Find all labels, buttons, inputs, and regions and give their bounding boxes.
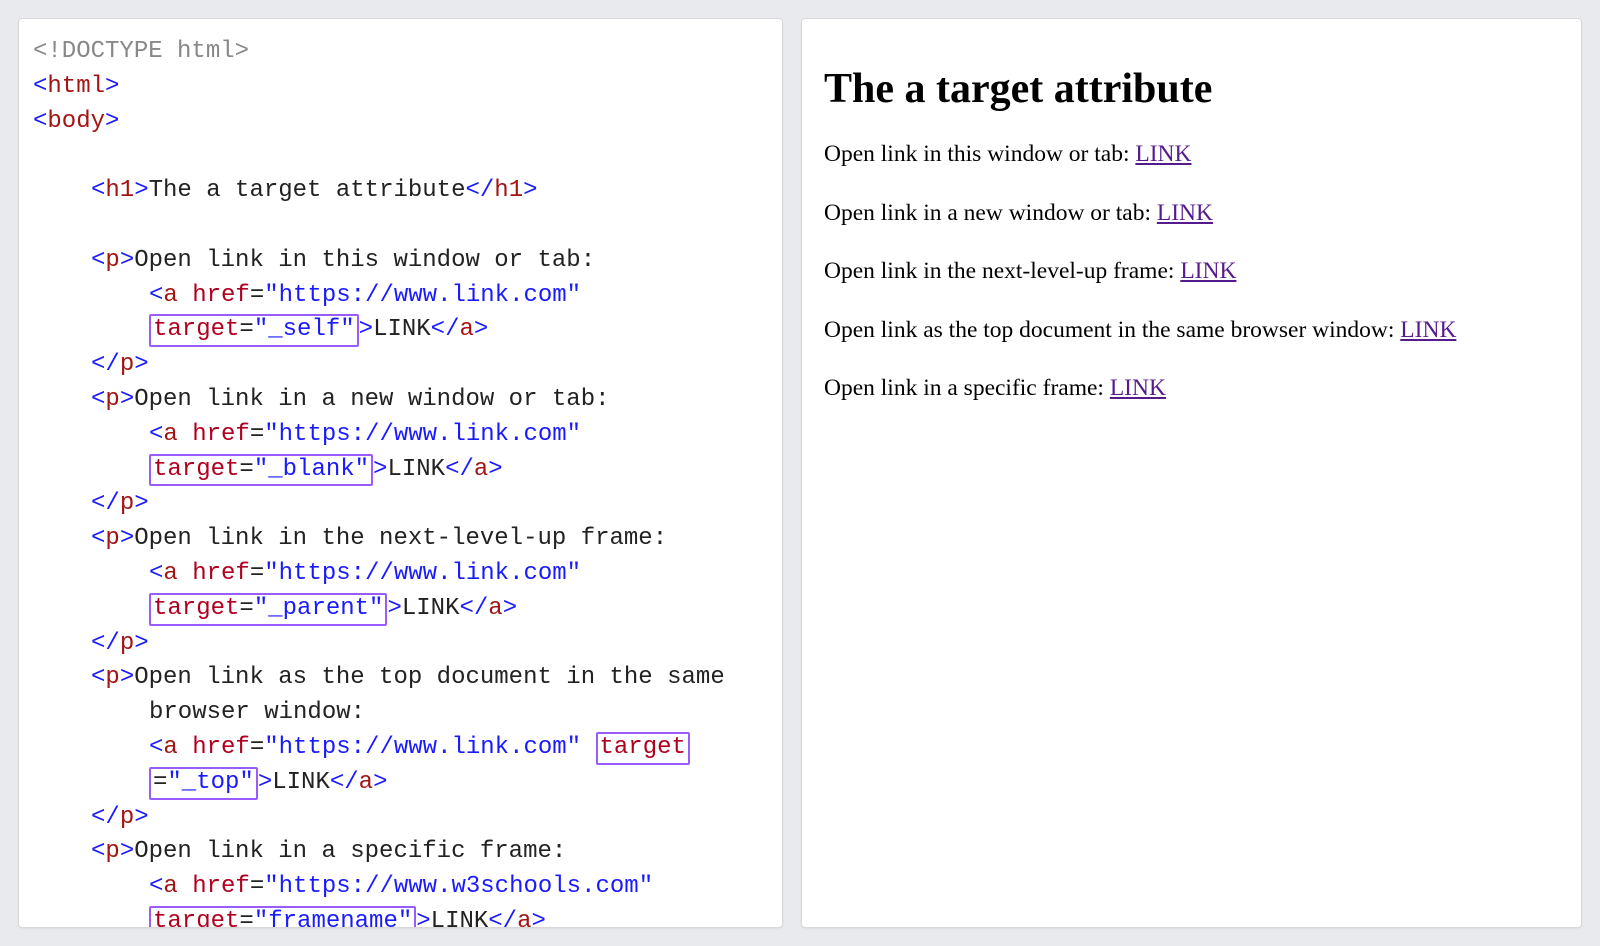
preview-heading: The a target attribute <box>824 65 1559 113</box>
p3-text: Open link in the next-level-up frame: <box>134 525 667 552</box>
p4-text-line2: browser window: <box>149 699 365 726</box>
preview-link-4[interactable]: LINK <box>1400 317 1456 343</box>
target-blank-highlight: target="_blank" <box>149 454 373 487</box>
target-self-highlight: target="_self" <box>149 314 359 347</box>
target-top-highlight-2: ="_top" <box>149 767 258 800</box>
doctype-line: <!DOCTYPE html> <box>33 38 249 65</box>
preview-p5-text: Open link in a specific frame: <box>824 375 1110 401</box>
preview-p2: Open link in a new window or tab: LINK <box>824 198 1559 229</box>
preview-link-5[interactable]: LINK <box>1110 375 1166 401</box>
preview-p4: Open link as the top document in the sam… <box>824 315 1559 346</box>
html-open-tag: html <box>47 73 105 100</box>
preview-p5: Open link in a specific frame: LINK <box>824 373 1559 404</box>
p5-text: Open link in a specific frame: <box>134 838 566 865</box>
preview-p1: Open link in this window or tab: LINK <box>824 139 1559 170</box>
target-parent-highlight: target="_parent" <box>149 593 387 626</box>
preview-link-3[interactable]: LINK <box>1180 258 1236 284</box>
preview-panel: The a target attribute Open link in this… <box>801 18 1582 928</box>
h1-text: The a target attribute <box>149 177 466 204</box>
preview-p3-text: Open link in the next-level-up frame: <box>824 258 1180 284</box>
code-panel: <!DOCTYPE html> <html> <body> <h1>The a … <box>18 18 783 928</box>
preview-p4-text: Open link as the top document in the sam… <box>824 317 1400 343</box>
h1-tag: h1 <box>105 177 134 204</box>
target-top-highlight-1: target <box>596 732 690 765</box>
p4-text-line1: Open link as the top document in the sam… <box>134 664 725 691</box>
body-open-tag: body <box>47 108 105 135</box>
preview-p3: Open link in the next-level-up frame: LI… <box>824 256 1559 287</box>
p2-text: Open link in a new window or tab: <box>134 386 609 413</box>
preview-link-1[interactable]: LINK <box>1135 141 1191 167</box>
preview-p1-text: Open link in this window or tab: <box>824 141 1135 167</box>
target-framename-highlight: target="framename" <box>149 906 416 928</box>
preview-link-2[interactable]: LINK <box>1157 200 1213 226</box>
split-view: <!DOCTYPE html> <html> <body> <h1>The a … <box>0 0 1600 946</box>
preview-p2-text: Open link in a new window or tab: <box>824 200 1157 226</box>
p1-text: Open link in this window or tab: <box>134 247 595 274</box>
